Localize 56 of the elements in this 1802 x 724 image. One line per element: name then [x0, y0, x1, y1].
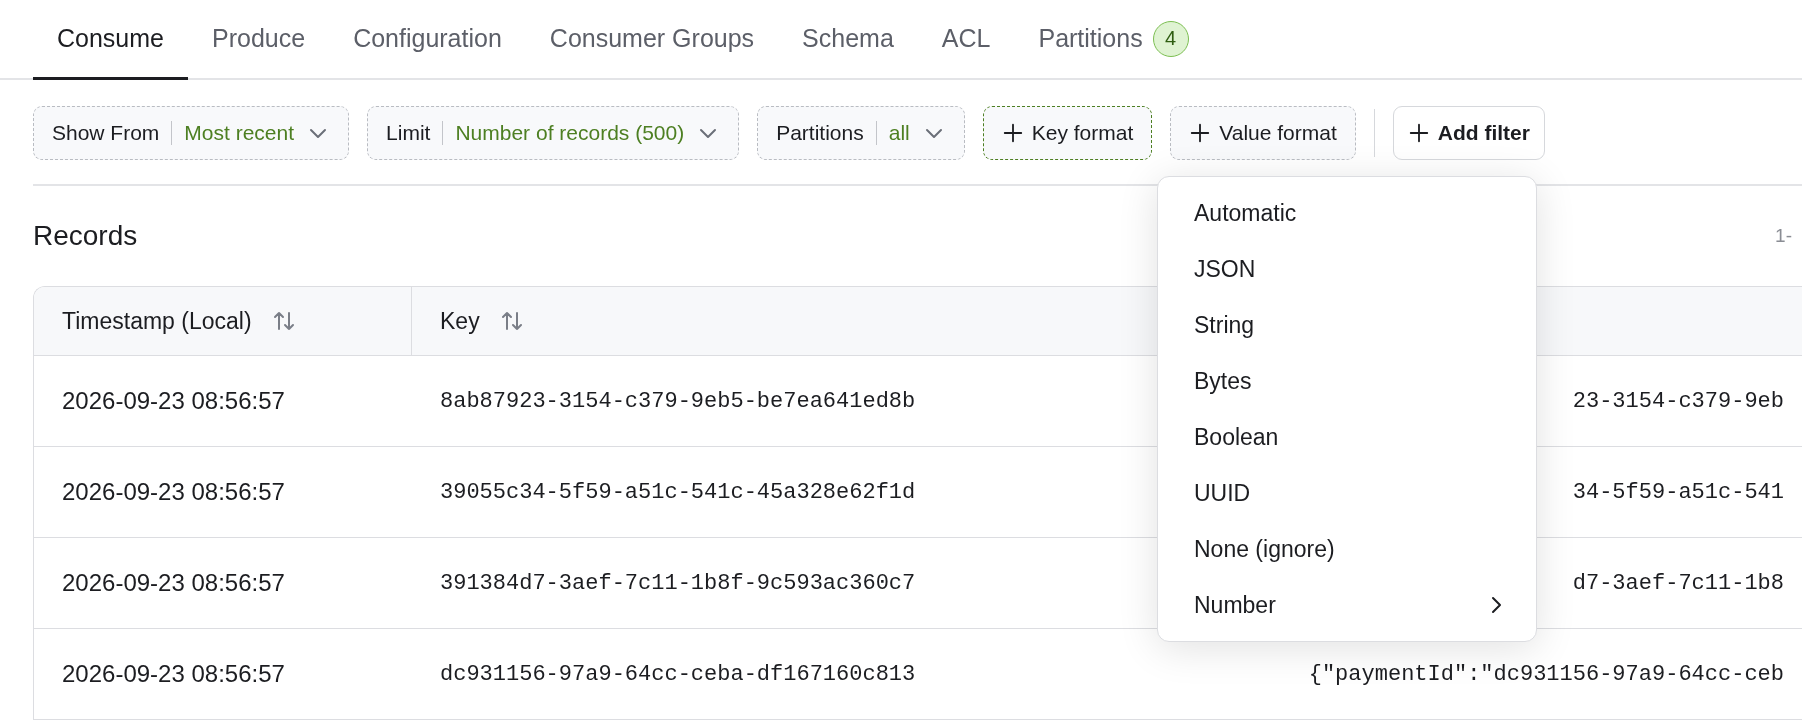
count-badge: 4 [1152, 20, 1189, 57]
tab-label: Schema [802, 24, 894, 53]
tab-label: Configuration [353, 24, 502, 53]
menu-item[interactable]: UUID [1158, 465, 1536, 521]
sort-icon [499, 309, 524, 333]
menu-item[interactable]: Boolean [1158, 409, 1536, 465]
table-cell: 23-3154-c379-9eb [1572, 388, 1784, 414]
table-cell: 2026-09-23 08:56:57 [62, 387, 285, 415]
filter-label: Limit [386, 121, 431, 145]
table-cell: {"paymentId":"dc931156-97a9-64cc-ceb [1308, 661, 1784, 687]
sort-icon [271, 309, 296, 333]
table-cell: d7-3aef-7c11-1b8 [1572, 570, 1784, 596]
menu-item[interactable]: JSON [1158, 241, 1536, 297]
tab-label: Produce [212, 24, 306, 53]
menu-item[interactable]: Number [1158, 577, 1536, 633]
filter-dropdown[interactable]: Limit Number of records (500) [367, 106, 740, 160]
add-format-button[interactable]: Key format [982, 106, 1153, 160]
menu-item[interactable]: Automatic [1158, 185, 1536, 241]
table-cell: 34-5f59-a51c-541 [1572, 479, 1784, 505]
tab[interactable]: Consumer Groups [525, 0, 779, 80]
table-cell: 2026-09-23 08:56:57 [62, 569, 285, 597]
table-cell: 8ab87923-3154-c379-9eb5-be7ea641ed8b [440, 388, 916, 414]
plus-icon [1407, 122, 1430, 144]
table-cell: 39055c34-5f59-a51c-541c-45a328e62f1d [440, 479, 916, 505]
filter-value: Number of records (500) [455, 121, 685, 145]
table-cell: 391384d7-3aef-7c11-1b8f-9c593ac360c7 [440, 570, 916, 596]
filter-value: Most recent [184, 121, 295, 145]
tab[interactable]: ACL [917, 0, 1015, 80]
tab[interactable]: Consume [33, 0, 188, 80]
filter-label: Show From [52, 121, 160, 145]
tab[interactable]: Partitions 4 [1014, 0, 1213, 80]
plus-icon [1189, 122, 1212, 144]
filter-dropdown[interactable]: Partitions all [757, 106, 965, 160]
table-cell: dc931156-97a9-64cc-ceba-df167160c813 [440, 661, 916, 687]
plus-icon [1001, 122, 1024, 144]
tab-label: ACL [941, 24, 991, 53]
section-title: Records [33, 220, 138, 252]
tab[interactable]: Produce [188, 0, 330, 80]
add-filter-button[interactable]: Add filter [1392, 106, 1545, 160]
tab-label: Consumer Groups [549, 24, 755, 53]
filter-value: all [888, 121, 910, 145]
add-format-button[interactable]: Value format [1170, 106, 1356, 160]
table-cell: 2026-09-23 08:56:57 [62, 478, 285, 506]
table-cell: 2026-09-23 08:56:57 [62, 660, 285, 688]
menu-item[interactable]: String [1158, 297, 1536, 353]
tab[interactable]: Configuration [329, 0, 526, 80]
column-header[interactable]: Key [412, 287, 1112, 355]
pagination-text: 1- [1775, 225, 1792, 247]
column-header[interactable]: Timestamp (Local) [34, 287, 412, 355]
menu-item[interactable]: None (ignore) [1158, 521, 1536, 577]
filter-label: Partitions [776, 121, 864, 145]
tab-label: Partitions [1038, 24, 1143, 53]
menu-item[interactable]: Bytes [1158, 353, 1536, 409]
tab[interactable]: Schema [778, 0, 918, 80]
tab-label: Consume [57, 24, 164, 53]
filter-dropdown[interactable]: Show From Most recent [33, 106, 350, 160]
